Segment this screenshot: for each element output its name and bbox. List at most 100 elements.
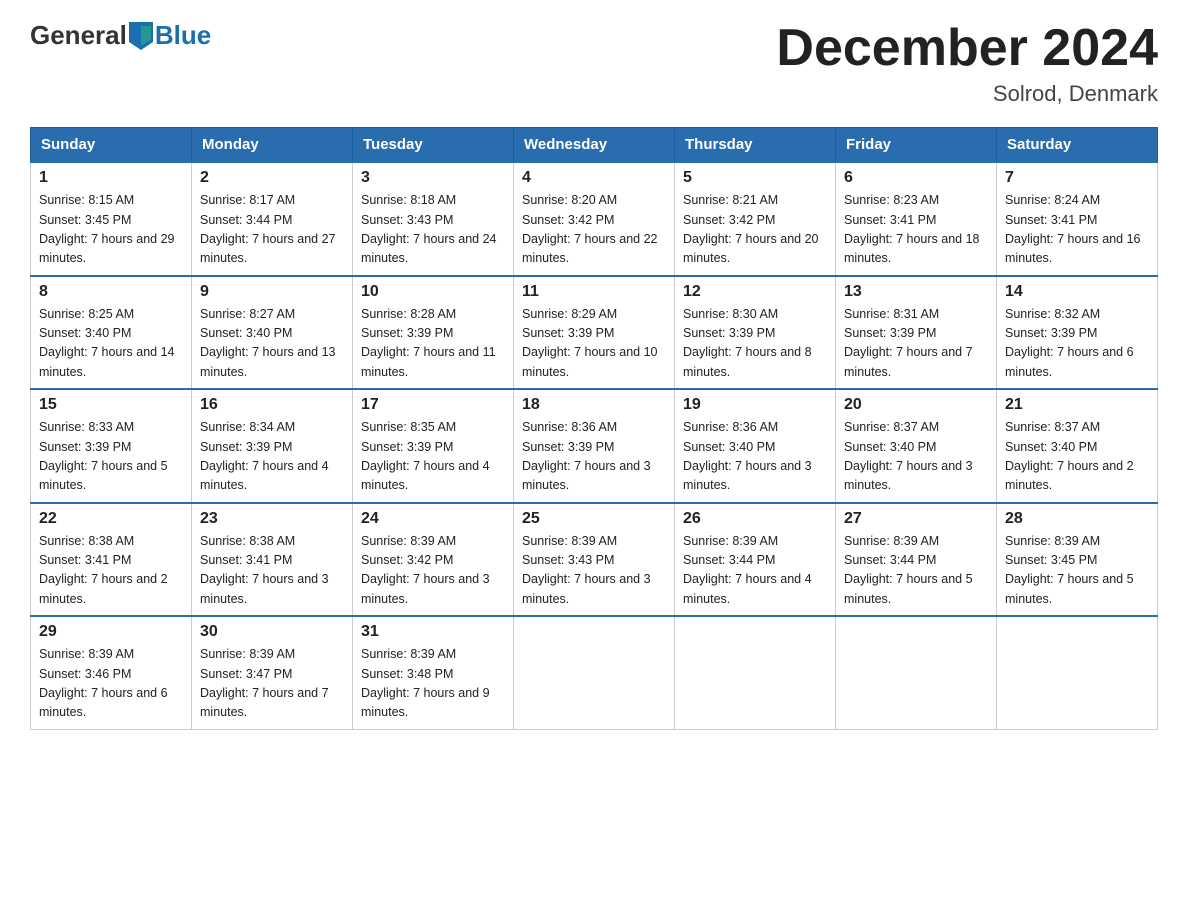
day-number: 13 — [844, 283, 988, 301]
title-block: December 2024 Solrod, Denmark — [776, 20, 1158, 107]
table-row: 6 Sunrise: 8:23 AMSunset: 3:41 PMDaylight… — [836, 162, 997, 276]
day-info: Sunrise: 8:39 AMSunset: 3:42 PMDaylight:… — [361, 532, 505, 610]
table-row: 30 Sunrise: 8:39 AMSunset: 3:47 PMDayligh… — [192, 616, 353, 729]
logo-general: General — [30, 20, 127, 51]
logo-icon — [129, 22, 153, 50]
table-row — [997, 616, 1158, 729]
calendar-week-row: 29 Sunrise: 8:39 AMSunset: 3:46 PMDayligh… — [31, 616, 1158, 729]
day-info: Sunrise: 8:37 AMSunset: 3:40 PMDaylight:… — [1005, 418, 1149, 496]
logo: General Blue — [30, 20, 211, 51]
day-number: 16 — [200, 396, 344, 414]
day-number: 27 — [844, 510, 988, 528]
day-info: Sunrise: 8:36 AMSunset: 3:40 PMDaylight:… — [683, 418, 827, 496]
calendar-week-row: 8 Sunrise: 8:25 AMSunset: 3:40 PMDaylight… — [31, 276, 1158, 390]
table-row: 9 Sunrise: 8:27 AMSunset: 3:40 PMDaylight… — [192, 276, 353, 390]
day-info: Sunrise: 8:35 AMSunset: 3:39 PMDaylight:… — [361, 418, 505, 496]
day-number: 10 — [361, 283, 505, 301]
day-info: Sunrise: 8:31 AMSunset: 3:39 PMDaylight:… — [844, 305, 988, 383]
month-title: December 2024 — [776, 20, 1158, 77]
day-number: 8 — [39, 283, 183, 301]
day-number: 19 — [683, 396, 827, 414]
day-number: 12 — [683, 283, 827, 301]
col-saturday: Saturday — [997, 128, 1158, 163]
day-info: Sunrise: 8:39 AMSunset: 3:44 PMDaylight:… — [844, 532, 988, 610]
table-row: 24 Sunrise: 8:39 AMSunset: 3:42 PMDayligh… — [353, 503, 514, 617]
day-number: 20 — [844, 396, 988, 414]
table-row — [514, 616, 675, 729]
table-row: 13 Sunrise: 8:31 AMSunset: 3:39 PMDayligh… — [836, 276, 997, 390]
day-number: 30 — [200, 623, 344, 641]
day-number: 4 — [522, 169, 666, 187]
day-number: 29 — [39, 623, 183, 641]
day-number: 9 — [200, 283, 344, 301]
day-number: 5 — [683, 169, 827, 187]
day-info: Sunrise: 8:18 AMSunset: 3:43 PMDaylight:… — [361, 191, 505, 269]
day-info: Sunrise: 8:21 AMSunset: 3:42 PMDaylight:… — [683, 191, 827, 269]
header-row: Sunday Monday Tuesday Wednesday Thursday… — [31, 128, 1158, 163]
table-row: 10 Sunrise: 8:28 AMSunset: 3:39 PMDayligh… — [353, 276, 514, 390]
day-info: Sunrise: 8:38 AMSunset: 3:41 PMDaylight:… — [39, 532, 183, 610]
day-info: Sunrise: 8:38 AMSunset: 3:41 PMDaylight:… — [200, 532, 344, 610]
table-row: 8 Sunrise: 8:25 AMSunset: 3:40 PMDaylight… — [31, 276, 192, 390]
col-friday: Friday — [836, 128, 997, 163]
day-info: Sunrise: 8:27 AMSunset: 3:40 PMDaylight:… — [200, 305, 344, 383]
day-number: 31 — [361, 623, 505, 641]
table-row: 29 Sunrise: 8:39 AMSunset: 3:46 PMDayligh… — [31, 616, 192, 729]
table-row: 7Sunrise: 8:24 AMSunset: 3:41 PMDaylight… — [997, 162, 1158, 276]
day-number: 28 — [1005, 510, 1149, 528]
day-number: 23 — [200, 510, 344, 528]
table-row: 1Sunrise: 8:15 AMSunset: 3:45 PMDaylight… — [31, 162, 192, 276]
day-number: 26 — [683, 510, 827, 528]
table-row: 14Sunrise: 8:32 AMSunset: 3:39 PMDayligh… — [997, 276, 1158, 390]
calendar-week-row: 1Sunrise: 8:15 AMSunset: 3:45 PMDaylight… — [31, 162, 1158, 276]
day-number: 24 — [361, 510, 505, 528]
day-number: 2 — [200, 169, 344, 187]
col-sunday: Sunday — [31, 128, 192, 163]
table-row: 2 Sunrise: 8:17 AMSunset: 3:44 PMDaylight… — [192, 162, 353, 276]
day-info: Sunrise: 8:39 AMSunset: 3:45 PMDaylight:… — [1005, 532, 1149, 610]
table-row: 28 Sunrise: 8:39 AMSunset: 3:45 PMDayligh… — [997, 503, 1158, 617]
calendar-week-row: 22 Sunrise: 8:38 AMSunset: 3:41 PMDayligh… — [31, 503, 1158, 617]
day-info: Sunrise: 8:28 AMSunset: 3:39 PMDaylight:… — [361, 305, 505, 383]
day-info: Sunrise: 8:39 AMSunset: 3:44 PMDaylight:… — [683, 532, 827, 610]
calendar-week-row: 15Sunrise: 8:33 AMSunset: 3:39 PMDayligh… — [31, 389, 1158, 503]
table-row: 3Sunrise: 8:18 AMSunset: 3:43 PMDaylight… — [353, 162, 514, 276]
col-thursday: Thursday — [675, 128, 836, 163]
table-row: 16 Sunrise: 8:34 AMSunset: 3:39 PMDayligh… — [192, 389, 353, 503]
page-header: General Blue December 2024 Solrod, Denma… — [30, 20, 1158, 107]
day-info: Sunrise: 8:17 AMSunset: 3:44 PMDaylight:… — [200, 191, 344, 269]
day-info: Sunrise: 8:39 AMSunset: 3:43 PMDaylight:… — [522, 532, 666, 610]
day-info: Sunrise: 8:39 AMSunset: 3:46 PMDaylight:… — [39, 645, 183, 723]
col-monday: Monday — [192, 128, 353, 163]
calendar-table: Sunday Monday Tuesday Wednesday Thursday… — [30, 127, 1158, 730]
table-row: 11Sunrise: 8:29 AMSunset: 3:39 PMDayligh… — [514, 276, 675, 390]
table-row — [836, 616, 997, 729]
col-tuesday: Tuesday — [353, 128, 514, 163]
day-number: 22 — [39, 510, 183, 528]
day-info: Sunrise: 8:23 AMSunset: 3:41 PMDaylight:… — [844, 191, 988, 269]
table-row: 5 Sunrise: 8:21 AMSunset: 3:42 PMDaylight… — [675, 162, 836, 276]
day-number: 14 — [1005, 283, 1149, 301]
table-row — [675, 616, 836, 729]
day-info: Sunrise: 8:36 AMSunset: 3:39 PMDaylight:… — [522, 418, 666, 496]
day-info: Sunrise: 8:34 AMSunset: 3:39 PMDaylight:… — [200, 418, 344, 496]
table-row: 19 Sunrise: 8:36 AMSunset: 3:40 PMDayligh… — [675, 389, 836, 503]
table-row: 27 Sunrise: 8:39 AMSunset: 3:44 PMDayligh… — [836, 503, 997, 617]
table-row: 18Sunrise: 8:36 AMSunset: 3:39 PMDayligh… — [514, 389, 675, 503]
table-row: 15Sunrise: 8:33 AMSunset: 3:39 PMDayligh… — [31, 389, 192, 503]
day-info: Sunrise: 8:25 AMSunset: 3:40 PMDaylight:… — [39, 305, 183, 383]
table-row: 22 Sunrise: 8:38 AMSunset: 3:41 PMDayligh… — [31, 503, 192, 617]
table-row: 17Sunrise: 8:35 AMSunset: 3:39 PMDayligh… — [353, 389, 514, 503]
day-info: Sunrise: 8:39 AMSunset: 3:47 PMDaylight:… — [200, 645, 344, 723]
day-info: Sunrise: 8:24 AMSunset: 3:41 PMDaylight:… — [1005, 191, 1149, 269]
day-number: 1 — [39, 169, 183, 187]
day-info: Sunrise: 8:33 AMSunset: 3:39 PMDaylight:… — [39, 418, 183, 496]
col-wednesday: Wednesday — [514, 128, 675, 163]
day-info: Sunrise: 8:37 AMSunset: 3:40 PMDaylight:… — [844, 418, 988, 496]
day-info: Sunrise: 8:20 AMSunset: 3:42 PMDaylight:… — [522, 191, 666, 269]
table-row: 31 Sunrise: 8:39 AMSunset: 3:48 PMDayligh… — [353, 616, 514, 729]
day-number: 25 — [522, 510, 666, 528]
day-info: Sunrise: 8:39 AMSunset: 3:48 PMDaylight:… — [361, 645, 505, 723]
day-number: 6 — [844, 169, 988, 187]
table-row: 23 Sunrise: 8:38 AMSunset: 3:41 PMDayligh… — [192, 503, 353, 617]
